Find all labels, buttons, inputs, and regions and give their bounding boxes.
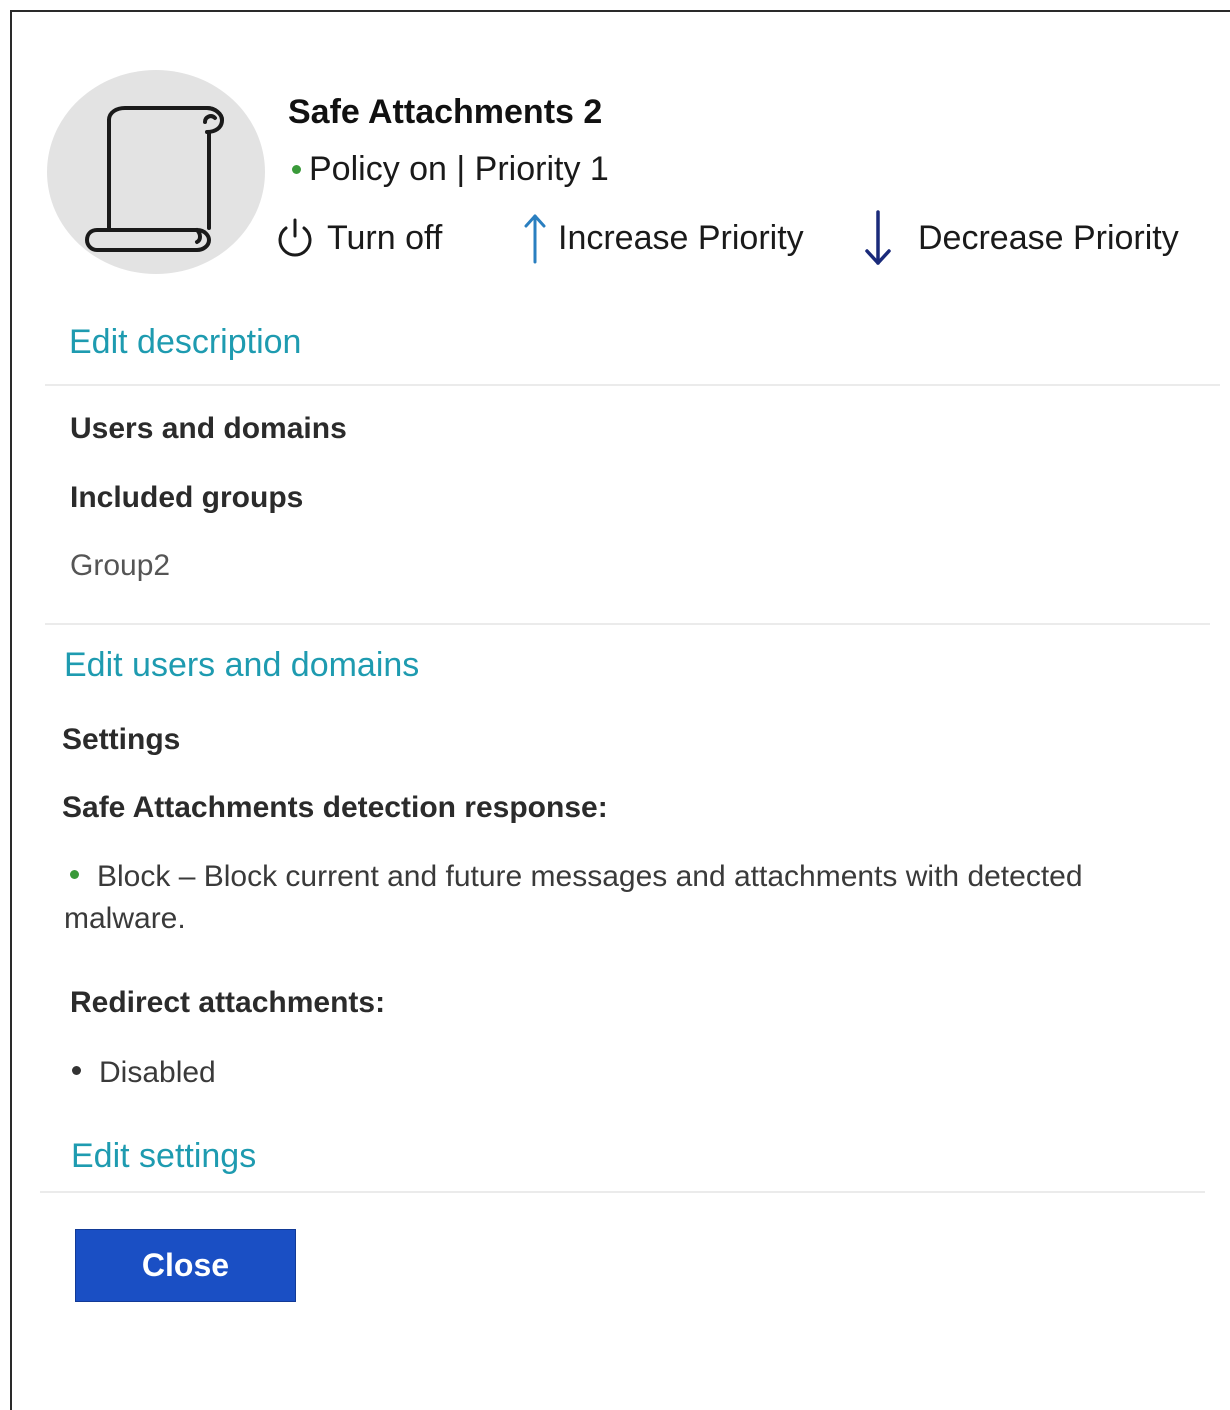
power-icon (278, 218, 312, 257)
increase-priority-label: Increase Priority (558, 218, 804, 257)
increase-priority-button[interactable]: Increase Priority (522, 210, 804, 266)
included-groups-value: Group2 (70, 549, 171, 582)
decrease-priority-button[interactable]: Decrease Priority (862, 210, 1179, 266)
detection-response-value: Block – Block current and future message… (64, 860, 1083, 935)
users-domains-heading: Users and domains (70, 412, 347, 445)
arrow-down-icon (865, 210, 891, 265)
decrease-priority-label: Decrease Priority (918, 218, 1179, 257)
redirect-attachments-label: Redirect attachments: (70, 986, 386, 1019)
policy-avatar (47, 70, 265, 274)
green-bullet (70, 869, 79, 879)
detection-response-item: Block – Block current and future message… (64, 856, 1204, 940)
scroll-icon (85, 106, 224, 252)
turn-off-button[interactable]: Turn off (273, 210, 442, 266)
status-dot (292, 165, 301, 174)
redirect-attachments-item: Disabled (72, 1052, 216, 1094)
close-button[interactable]: Close (75, 1229, 296, 1302)
divider (45, 623, 1210, 625)
edit-users-domains-link[interactable]: Edit users and domains (64, 646, 419, 685)
turn-off-label: Turn off (327, 218, 443, 257)
divider (40, 1191, 1205, 1193)
divider (45, 384, 1220, 386)
arrow-up-icon (524, 214, 546, 264)
included-groups-label: Included groups (70, 481, 304, 514)
policy-status-text: Policy on | Priority 1 (309, 150, 609, 188)
edit-description-link[interactable]: Edit description (69, 323, 301, 362)
detection-response-label: Safe Attachments detection response: (62, 791, 608, 824)
redirect-attachments-value: Disabled (99, 1056, 216, 1089)
settings-heading: Settings (62, 723, 181, 756)
policy-title: Safe Attachments 2 (288, 93, 603, 131)
edit-settings-link[interactable]: Edit settings (71, 1137, 256, 1176)
policy-status: Policy on | Priority 1 (292, 150, 609, 189)
bullet (72, 1065, 81, 1075)
